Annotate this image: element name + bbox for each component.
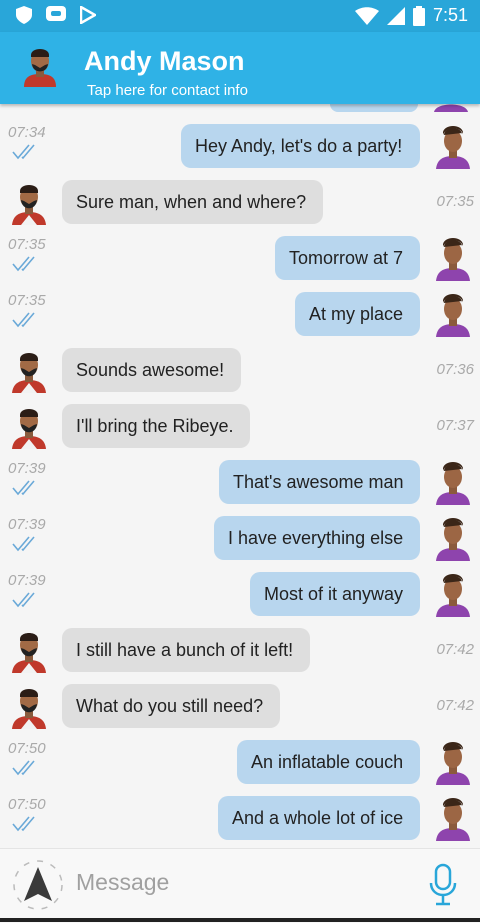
previous-message-avatar [434,104,468,112]
contact-avatar[interactable] [10,627,48,673]
wifi-icon [354,6,379,25]
cell-signal-icon [386,6,405,25]
outgoing-message-row: Tomorrow at 7 07:35 [0,234,480,282]
outgoing-message-row: At my place 07:35 [0,290,480,338]
message-timestamp: 07:39 [8,460,46,477]
incoming-message-bubble[interactable]: Sounds awesome! [62,348,241,392]
outgoing-message-bubble[interactable]: Tomorrow at 7 [275,236,420,280]
message-timestamp: 07:42 [436,641,474,658]
my-avatar[interactable] [434,515,472,561]
double-check-icon [12,256,40,272]
double-check-icon [12,144,40,160]
outgoing-message-bubble[interactable]: At my place [295,292,420,336]
message-timestamp: 07:37 [436,417,474,434]
double-check-icon [12,760,40,776]
my-avatar[interactable] [434,123,472,169]
my-avatar[interactable] [434,795,472,841]
outgoing-message-bubble[interactable]: Hey Andy, let's do a party! [181,124,420,168]
message-timestamp: 07:50 [8,796,46,813]
message-input[interactable]: Message [76,869,169,896]
status-bar: 7:51 [0,0,480,32]
contact-avatar[interactable] [10,403,48,449]
my-avatar[interactable] [434,291,472,337]
outgoing-message-row: An inflatable couch 07:50 [0,738,480,786]
message-timestamp: 07:42 [436,697,474,714]
outgoing-message-bubble[interactable]: Most of it anyway [250,572,420,616]
outgoing-message-row: Most of it anyway 07:39 [0,570,480,618]
contact-avatar[interactable] [10,347,48,393]
navigation-arrow-icon[interactable] [12,859,64,911]
my-avatar[interactable] [434,739,472,785]
contact-name[interactable]: Andy Mason [84,46,245,77]
previous-message-bubble [330,104,418,112]
outgoing-message-row: Hey Andy, let's do a party! 07:34 [0,122,480,170]
message-timestamp: 07:36 [436,361,474,378]
incoming-message-row: I'll bring the Ribeye. 07:37 [0,402,480,450]
double-check-icon [12,592,40,608]
message-timestamp: 07:34 [8,124,46,141]
message-timestamp: 07:39 [8,516,46,533]
battery-icon [412,5,425,26]
message-timestamp: 07:35 [8,292,46,309]
outgoing-message-bubble[interactable]: An inflatable couch [237,740,420,784]
message-timestamp: 07:35 [8,236,46,253]
shield-icon [16,6,32,24]
my-avatar[interactable] [434,459,472,505]
message-icon [46,6,66,21]
play-store-icon [80,6,96,24]
contact-avatar[interactable] [18,43,62,87]
message-composer: Message [0,848,480,923]
outgoing-message-bubble[interactable]: I have everything else [214,516,420,560]
double-check-icon [12,312,40,328]
outgoing-message-row: That's awesome man 07:39 [0,458,480,506]
microphone-icon[interactable] [426,863,460,907]
outgoing-message-bubble[interactable]: That's awesome man [219,460,420,504]
incoming-message-bubble[interactable]: I still have a bunch of it left! [62,628,310,672]
incoming-message-row: Sure man, when and where? 07:35 [0,178,480,226]
message-timestamp: 07:35 [436,193,474,210]
outgoing-message-bubble[interactable]: And a whole lot of ice [218,796,420,840]
message-timestamp: 07:50 [8,740,46,757]
incoming-message-row: I still have a bunch of it left! 07:42 [0,626,480,674]
incoming-message-bubble[interactable]: What do you still need? [62,684,280,728]
contact-avatar[interactable] [10,683,48,729]
double-check-icon [12,536,40,552]
contact-avatar[interactable] [10,179,48,225]
outgoing-message-row: I have everything else 07:39 [0,514,480,562]
message-timestamp: 07:39 [8,572,46,589]
incoming-message-bubble[interactable]: I'll bring the Ribeye. [62,404,250,448]
my-avatar[interactable] [434,571,472,617]
incoming-message-row: What do you still need? 07:42 [0,682,480,730]
contact-info-hint[interactable]: Tap here for contact info [87,82,248,99]
message-list[interactable]: Hey Andy, let's do a party! 07:34 Sure man… [0,104,480,848]
my-avatar[interactable] [434,235,472,281]
incoming-message-bubble[interactable]: Sure man, when and where? [62,180,323,224]
incoming-message-row: Sounds awesome! 07:36 [0,346,480,394]
navigation-bar [0,918,480,922]
double-check-icon [12,816,40,832]
clock: 7:51 [432,5,468,25]
chat-header[interactable]: Andy Mason Tap here for contact info [0,32,480,104]
outgoing-message-row: And a whole lot of ice 07:50 [0,794,480,842]
double-check-icon [12,480,40,496]
